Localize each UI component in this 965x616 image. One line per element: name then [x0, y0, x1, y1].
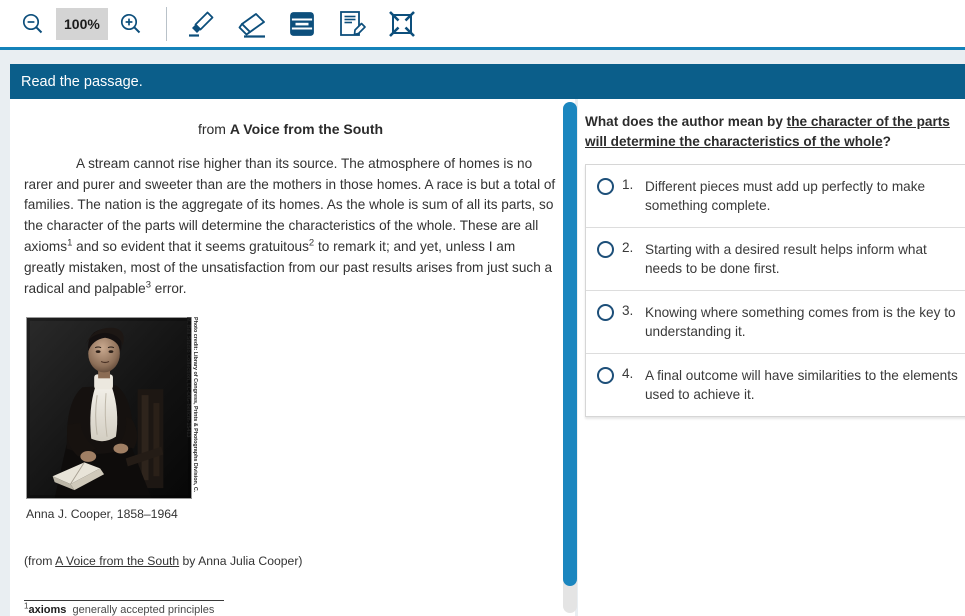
passage-scrollbar[interactable] [563, 102, 577, 613]
answer-choice-4[interactable]: 4. A final outcome will have similaritie… [586, 354, 965, 416]
instruction-text: Read the passage. [21, 73, 143, 90]
choice-number: 3. [622, 303, 634, 318]
radio-button-icon[interactable] [597, 178, 614, 195]
footnote-term: axioms [28, 603, 67, 616]
passage-title: from A Voice from the South [24, 119, 557, 140]
answer-choices: 1. Different pieces must add up perfectl… [585, 164, 965, 417]
notepad-pencil-icon [336, 8, 368, 40]
radio-button-icon[interactable] [597, 367, 614, 384]
eraser-icon [236, 8, 268, 40]
passage-body: A stream cannot rise higher than its sou… [24, 154, 557, 300]
zoom-out-button[interactable] [12, 4, 54, 44]
passage-title-text: A Voice from the South [229, 121, 384, 137]
answer-choice-1[interactable]: 1. Different pieces must add up perfectl… [586, 165, 965, 228]
eraser-tool[interactable] [227, 4, 277, 44]
source-suffix: by Anna Julia Cooper) [179, 554, 303, 569]
highlighter-icon [186, 8, 218, 40]
crossed-box-icon [386, 8, 418, 40]
source-prefix: (from [24, 554, 56, 569]
passage-content: from A Voice from the South A stream can… [10, 99, 575, 616]
strikethrough-icon [286, 8, 318, 40]
passage-scrollbar-thumb[interactable] [563, 102, 577, 586]
cross-out-tool[interactable] [377, 4, 427, 44]
choice-text: Different pieces must add up perfectly t… [645, 179, 926, 213]
radio-button-icon[interactable] [597, 241, 614, 258]
anna-cooper-photo [26, 317, 192, 500]
test-player-window: 100% Read the passage. from A Voice from… [0, 0, 965, 616]
footnote-item: 1axioms generally accepted principles [24, 602, 224, 616]
source-title: A Voice from the South [55, 554, 180, 569]
instruction-banner: Read the passage. [10, 64, 965, 99]
question-suffix: ? [882, 134, 891, 149]
footnotes-list: 1axioms generally accepted principles 2g… [24, 599, 224, 616]
magnifier-minus-icon [20, 11, 46, 37]
passage-title-prefix: from [197, 121, 230, 137]
choice-text: A final outcome will have similarities t… [645, 368, 958, 402]
choice-text: Starting with a desired result helps inf… [645, 242, 927, 276]
passage-paragraph-part2: and so evident that it seems gratuitous [72, 238, 309, 254]
photo-wrapper: Photo credit: Library of Congress, Print… [26, 317, 198, 500]
notepad-tool[interactable] [327, 4, 377, 44]
toolbar: 100% [0, 0, 965, 50]
strikethrough-tool[interactable] [277, 4, 327, 44]
magnifier-plus-icon [118, 11, 144, 37]
choice-number: 1. [622, 177, 634, 192]
answer-choice-2[interactable]: 2. Starting with a desired result helps … [586, 228, 965, 291]
question-stem: What does the author mean by the charact… [585, 112, 953, 152]
highlighter-tool[interactable] [177, 4, 227, 44]
passage-paragraph-part4: error. [150, 280, 187, 296]
question-lead: What does the author mean by [585, 114, 787, 129]
figure-caption: Anna J. Cooper, 1858–1964 [26, 507, 178, 522]
question-panel: What does the author mean by the charact… [578, 99, 965, 616]
choice-number: 2. [622, 240, 634, 255]
choice-number: 4. [622, 366, 634, 381]
footnote-definition: generally accepted principles [72, 603, 215, 616]
answer-choice-3[interactable]: 3. Knowing where something comes from is… [586, 291, 965, 354]
photo-credit: Photo credit: Library of Congress, Print… [185, 317, 198, 493]
passage-source-line: (from A Voice from the South by Anna Jul… [24, 551, 557, 572]
radio-button-icon[interactable] [597, 304, 614, 321]
toolbar-separator [165, 6, 167, 41]
zoom-level-display[interactable]: 100% [56, 7, 108, 40]
choice-text: Knowing where something comes from is th… [645, 305, 956, 339]
zoom-in-button[interactable] [110, 4, 152, 44]
passage-figure: Photo credit: Library of Congress, Print… [26, 317, 216, 525]
passage-panel[interactable]: from A Voice from the South A stream can… [10, 99, 575, 616]
